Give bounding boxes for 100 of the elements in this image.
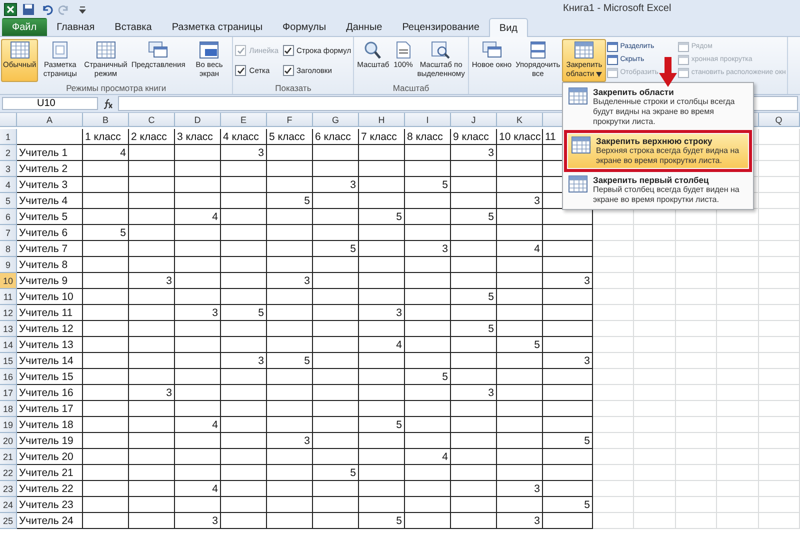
row-header[interactable]: 22 xyxy=(0,465,17,481)
table-cell: 5 xyxy=(267,353,313,369)
checkmark-icon xyxy=(236,46,245,54)
name-box[interactable]: U10 xyxy=(2,97,98,110)
menu-item[interactable]: Закрепить верхнюю строку Верхняя строка всегда будет видна на экране во время прокрутки листа. xyxy=(568,134,748,168)
row-header[interactable]: 3 xyxy=(0,161,17,177)
table-cell: 4 xyxy=(175,417,221,433)
window-icon xyxy=(678,42,690,52)
table-cell: 3 xyxy=(221,145,267,161)
column-header[interactable]: C xyxy=(129,113,175,127)
table-cell: 5 xyxy=(497,337,543,353)
row-header[interactable]: 12 xyxy=(0,305,17,321)
frozen-sheet-icon xyxy=(571,136,591,154)
row-header[interactable]: 10 xyxy=(0,273,17,289)
magnifier-icon xyxy=(363,41,384,59)
table-cell: 5 класс xyxy=(267,129,313,145)
function-icon[interactable] xyxy=(102,98,114,110)
table-cell: 3 xyxy=(543,353,593,369)
row-header[interactable]: 11 xyxy=(0,289,17,305)
column-header[interactable]: I xyxy=(405,113,451,127)
table-cell: Учитель 22 xyxy=(17,481,83,497)
column-header[interactable]: H xyxy=(359,113,405,127)
checkbox[interactable] xyxy=(235,65,246,76)
row-header[interactable]: 4 xyxy=(0,177,17,193)
column-header[interactable]: F xyxy=(267,113,313,127)
table-cell: 7 класс xyxy=(359,129,405,145)
row-header[interactable]: 17 xyxy=(0,385,17,401)
column-header[interactable]: A xyxy=(17,113,83,127)
row-header[interactable]: 25 xyxy=(0,513,17,529)
column-header[interactable]: J xyxy=(451,113,497,127)
table-cell: 5 xyxy=(405,369,451,385)
column-header[interactable]: E xyxy=(221,113,267,127)
column-header[interactable]: D xyxy=(175,113,221,127)
table-cell: 10 класс xyxy=(497,129,543,145)
menu-item[interactable]: Закрепить первый столбец Первый столбец всегда будет виден на экране во время прокрутки листа. xyxy=(565,173,751,207)
table-cell: Учитель 13 xyxy=(17,337,83,353)
table-cell: 5 xyxy=(221,305,267,321)
table-cell: Учитель 11 xyxy=(17,305,83,321)
table-cell: 5 xyxy=(83,225,129,241)
window-icon xyxy=(678,54,690,64)
column-header[interactable]: K xyxy=(497,113,543,127)
row-header[interactable]: 23 xyxy=(0,481,17,497)
window-title: Книга1 - Microsoft Excel xyxy=(563,3,672,14)
ribbon-tab[interactable]: Файл xyxy=(2,18,47,36)
checkbox[interactable] xyxy=(282,65,294,76)
save-icon[interactable] xyxy=(22,2,35,16)
ribbon-tab[interactable]: Формулы xyxy=(272,18,336,36)
row-header[interactable]: 13 xyxy=(0,321,17,337)
checkbox[interactable] xyxy=(282,45,294,56)
table-cell: 5 xyxy=(543,497,593,513)
undo-icon[interactable] xyxy=(40,2,53,16)
row-header[interactable]: 7 xyxy=(0,225,17,241)
ribbon-tab[interactable]: Вставка xyxy=(104,18,162,36)
column-header[interactable]: G xyxy=(313,113,359,127)
row-header[interactable]: 1 xyxy=(0,129,17,145)
column-header[interactable]: Q xyxy=(758,113,800,127)
row-header[interactable]: 6 xyxy=(0,209,17,225)
row-header[interactable]: 9 xyxy=(0,257,17,273)
row-header[interactable]: 18 xyxy=(0,401,17,417)
table-cell: 5 xyxy=(451,209,497,225)
table-cell: 3 xyxy=(451,145,497,161)
page-break-icon xyxy=(96,41,116,59)
spreadsheet-logo-icon[interactable] xyxy=(4,2,17,16)
table-cell: 2 класс xyxy=(129,129,175,145)
menu-item[interactable]: Закрепить области Выделенные строки и столбцы всегда будут видны на экране во время прокрутки листа. xyxy=(565,85,751,129)
ribbon-tab[interactable]: Вид xyxy=(489,18,528,37)
row-header[interactable]: 15 xyxy=(0,353,17,369)
row-header[interactable]: 16 xyxy=(0,369,17,385)
pointer-arrow xyxy=(659,57,678,87)
row-header[interactable]: 2 xyxy=(0,145,17,161)
table-cell: 3 xyxy=(497,193,543,209)
table-cell: Учитель 5 xyxy=(17,209,83,225)
table-cell: 4 xyxy=(497,241,543,257)
table-cell: Учитель 17 xyxy=(17,401,83,417)
ribbon-tab[interactable]: Рецензирование xyxy=(392,18,490,36)
row-header[interactable]: 5 xyxy=(0,193,17,209)
table-cell: 4 xyxy=(83,145,129,161)
ribbon-tab[interactable]: Главная xyxy=(46,18,105,36)
window-icon xyxy=(607,54,618,64)
row-header[interactable]: 21 xyxy=(0,449,17,465)
table-cell: 1 класс xyxy=(83,129,129,145)
column-header[interactable]: B xyxy=(83,113,129,127)
table-cell: Учитель 14 xyxy=(17,353,83,369)
group-label: Показать xyxy=(275,83,312,94)
table-cell: Учитель 9 xyxy=(17,273,83,289)
row-header[interactable]: 8 xyxy=(0,241,17,257)
table-cell: Учитель 10 xyxy=(17,289,83,305)
table-cell: 3 xyxy=(405,241,451,257)
checkmark-icon xyxy=(284,46,292,54)
row-header[interactable]: 19 xyxy=(0,417,17,433)
ribbon-tab[interactable]: Данные xyxy=(336,18,392,36)
table-cell: Учитель 15 xyxy=(17,369,83,385)
frozen-sheet-icon xyxy=(568,87,588,105)
table-cell: 3 xyxy=(267,273,313,289)
row-header[interactable]: 20 xyxy=(0,433,17,449)
table-cell: 3 xyxy=(497,513,543,529)
table-cell: Учитель 12 xyxy=(17,321,83,337)
ribbon-tab[interactable]: Разметка страницы xyxy=(162,18,273,36)
row-header[interactable]: 14 xyxy=(0,337,17,353)
row-header[interactable]: 24 xyxy=(0,497,17,513)
